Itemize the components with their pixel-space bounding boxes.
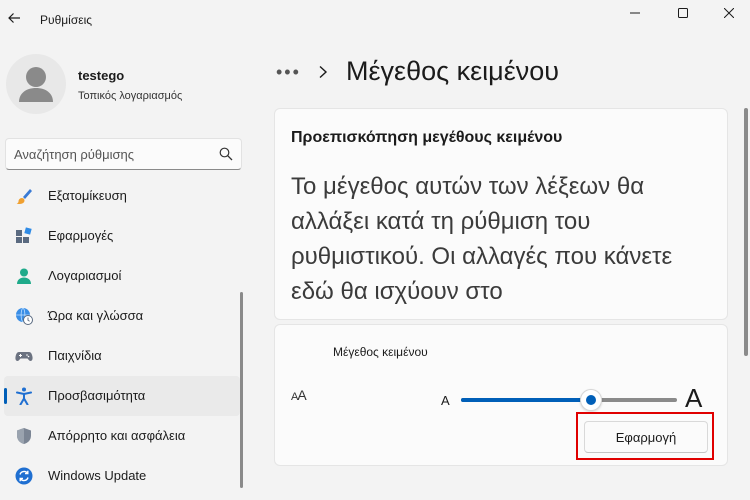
person-avatar-icon — [19, 67, 53, 102]
person-icon — [14, 266, 34, 286]
title-bar: Ρυθμίσεις — [0, 0, 750, 32]
sidebar-item-apps[interactable]: Εφαρμογές — [4, 216, 240, 256]
breadcrumb-more-button[interactable]: ••• — [276, 62, 306, 83]
app-title: Ρυθμίσεις — [40, 13, 93, 27]
preview-sample-text: Το μέγεθος αυτών των λέξεων θα αλλάξει κ… — [291, 173, 673, 305]
sidebar-item-windows-update[interactable]: Windows Update — [4, 456, 240, 496]
maximize-icon — [678, 8, 688, 18]
apply-button[interactable]: Εφαρμογή — [584, 421, 708, 453]
user-account-card[interactable]: testego Τοπικός λογαριασμός — [6, 54, 256, 114]
search-box[interactable] — [5, 138, 242, 170]
sidebar-item-accessibility[interactable]: Προσβασιμότητα — [4, 376, 240, 416]
search-icon[interactable] — [219, 147, 233, 161]
sidebar-item-label: Ώρα και γλώσσα — [48, 308, 144, 323]
sidebar-item-accounts[interactable]: Λογαριασμοί — [4, 256, 240, 296]
sidebar-item-privacy-security[interactable]: Απόρρητο και ασφάλεια — [4, 416, 240, 456]
minimize-icon — [630, 12, 640, 14]
avatar — [6, 54, 66, 114]
gamepad-icon — [14, 346, 34, 366]
globe-clock-icon — [14, 306, 34, 326]
sidebar-item-gaming[interactable]: Παιχνίδια — [4, 336, 240, 376]
text-size-label: Μέγεθος κειμένου — [333, 345, 428, 359]
maximize-button[interactable] — [660, 0, 706, 26]
sidebar-scrollbar[interactable] — [240, 292, 243, 488]
user-name: testego — [78, 68, 125, 83]
sidebar-item-label: Προσβασιμότητα — [48, 388, 146, 403]
page-title: Μέγεθος κειμένου — [346, 56, 560, 86]
sidebar-item-label: Παιχνίδια — [48, 348, 102, 363]
breadcrumb: ••• — [276, 54, 338, 90]
sidebar-item-label: Windows Update — [48, 468, 147, 483]
close-icon — [724, 8, 734, 18]
sidebar-item-label: Απόρρητο και ασφάλεια — [48, 428, 186, 443]
slider-fill — [461, 398, 591, 402]
search-input[interactable] — [14, 139, 214, 169]
text-size-preview-card: Προεπισκόπηση μεγέθους κειμένου Το μέγεθ… — [274, 108, 728, 320]
sidebar-item-label: Εξατομίκευση — [48, 188, 127, 203]
apps-icon — [14, 226, 34, 246]
paintbrush-icon — [14, 186, 34, 206]
update-icon — [14, 466, 34, 486]
sidebar-item-personalization[interactable]: Εξατομίκευση — [4, 176, 240, 216]
sidebar-item-label: Λογαριασμοί — [48, 268, 122, 283]
main-scrollbar[interactable] — [744, 108, 748, 356]
slider-max-label: A — [685, 383, 703, 413]
minimize-button[interactable] — [612, 0, 658, 26]
account-type: Τοπικός λογαριασμός — [78, 90, 183, 102]
text-size-slider[interactable] — [461, 389, 677, 411]
chevron-right-icon — [318, 65, 338, 79]
text-size-icon: AA — [291, 387, 307, 403]
back-arrow-icon — [8, 13, 20, 23]
sidebar-item-label: Εφαρμογές — [48, 228, 114, 243]
sidebar-nav: Εξατομίκευση Εφαρμογές Λογαριασμοί Ώρα κ… — [4, 176, 240, 496]
preview-title: Προεπισκόπηση μεγέθους κειμένου — [291, 129, 563, 146]
back-button[interactable] — [4, 4, 24, 32]
slider-thumb[interactable] — [579, 389, 602, 411]
shield-icon — [14, 426, 34, 446]
accessibility-icon — [14, 386, 34, 406]
slider-min-label: A — [441, 393, 450, 408]
close-button[interactable] — [706, 0, 750, 26]
sidebar-item-time-language[interactable]: Ώρα και γλώσσα — [4, 296, 240, 336]
